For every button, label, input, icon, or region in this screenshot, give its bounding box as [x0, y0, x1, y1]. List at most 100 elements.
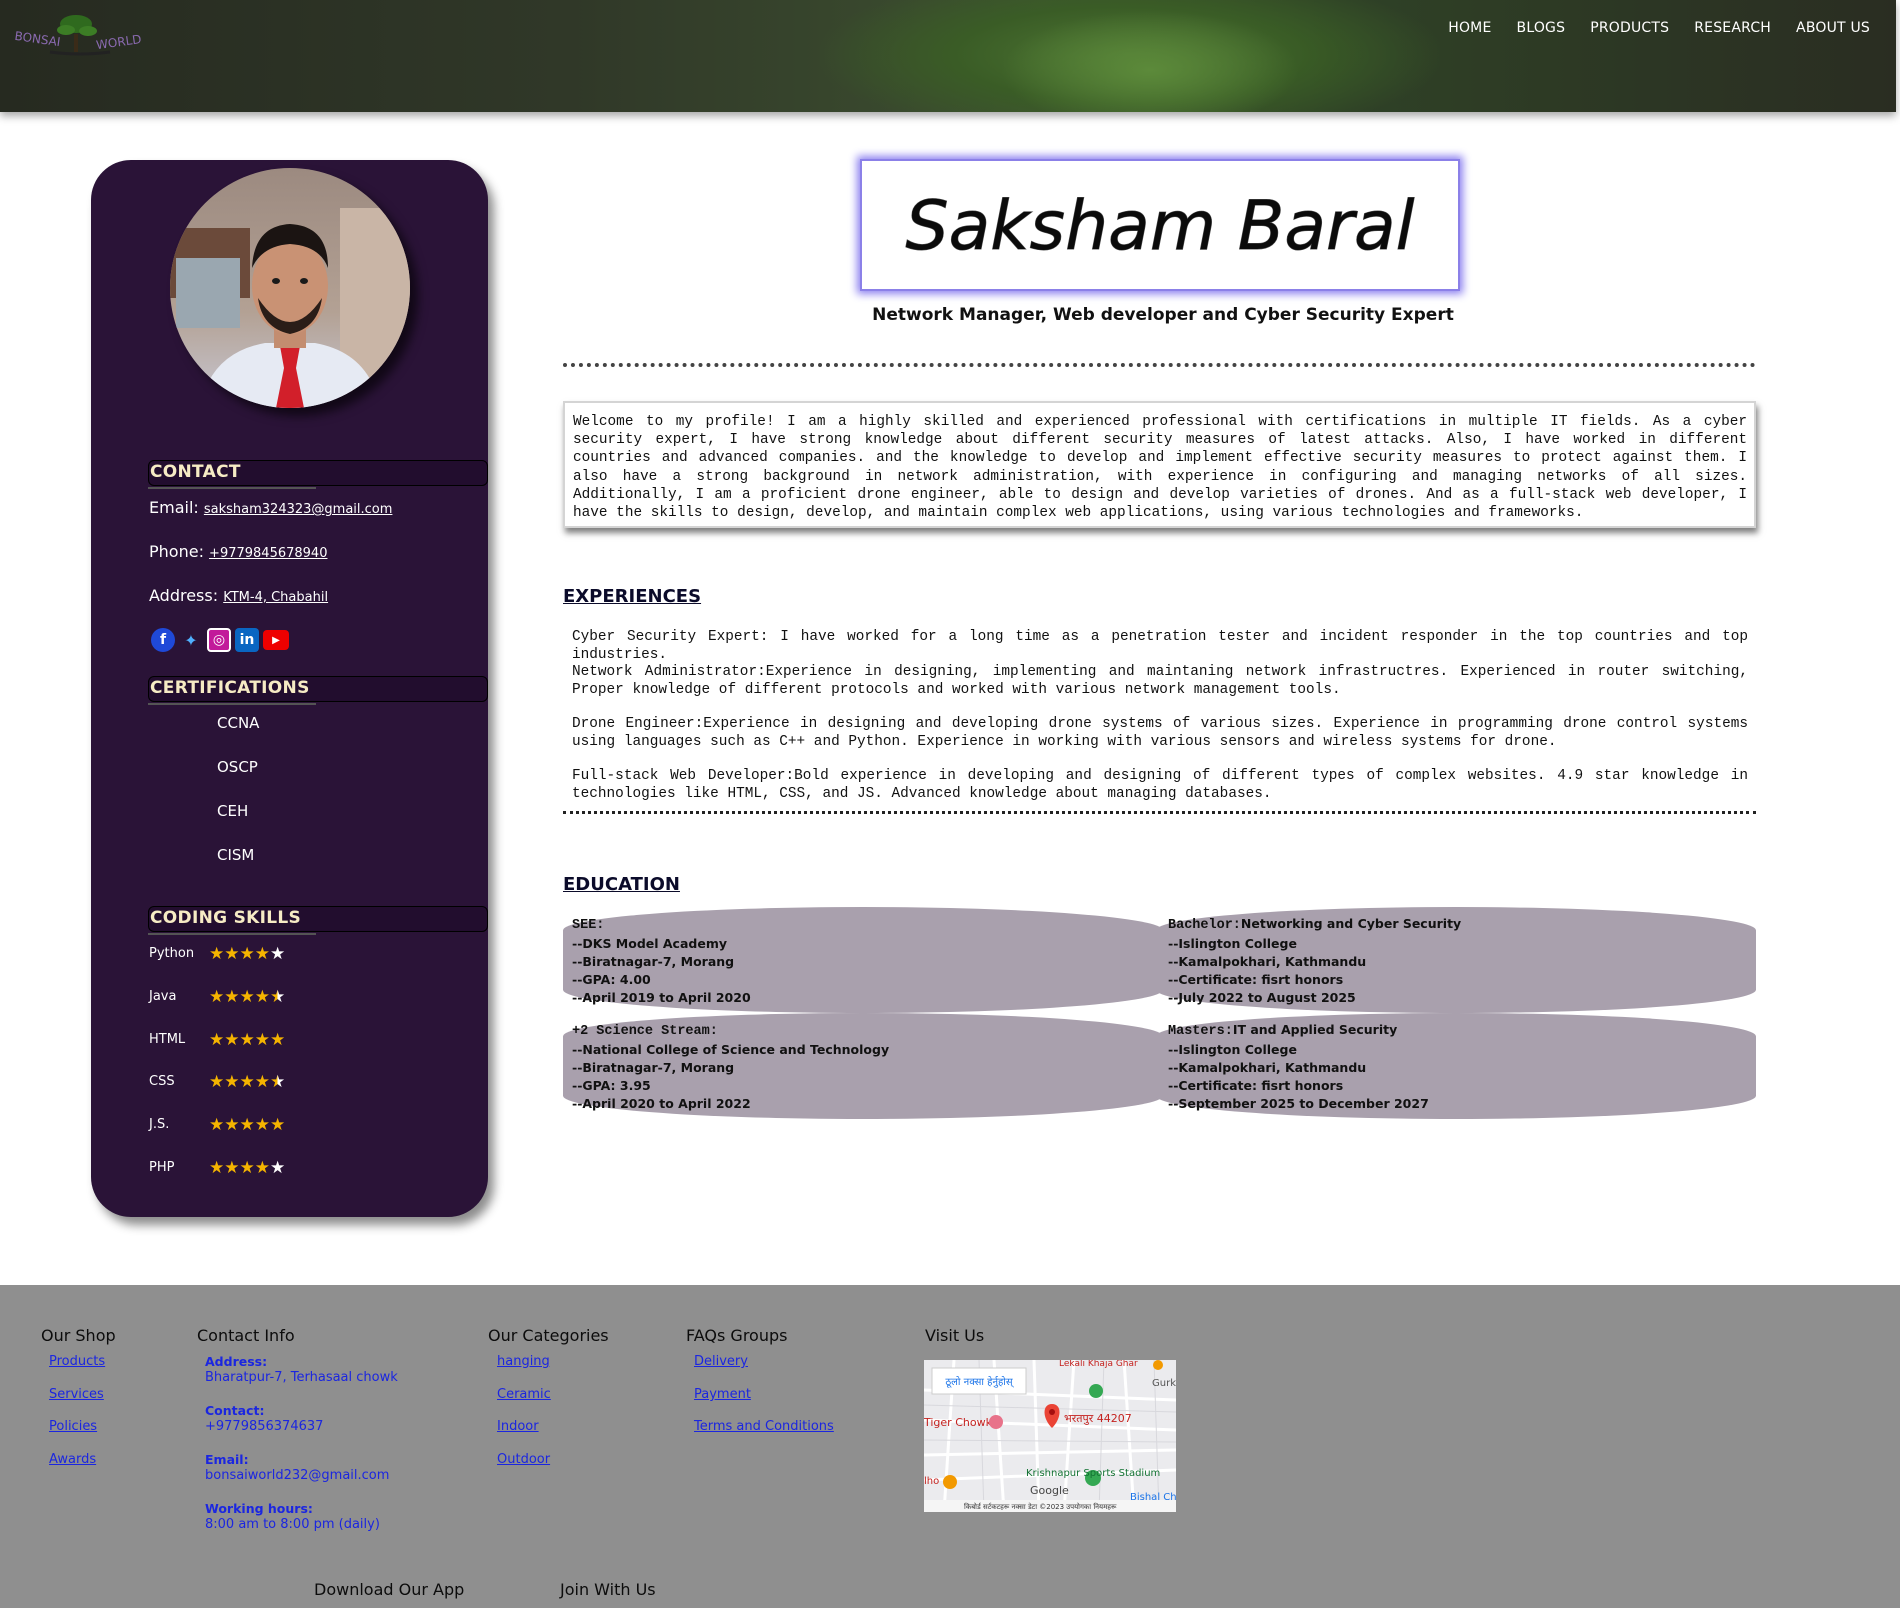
facebook-icon[interactable]: f	[151, 628, 175, 652]
star-rating: ★★★★★	[209, 945, 285, 962]
star-icon: ★	[254, 944, 270, 963]
skill-name: Java	[149, 988, 177, 1004]
phone-link[interactable]: +9779845678940	[209, 546, 327, 561]
footer-link-terms[interactable]: Terms and Conditions	[694, 1419, 834, 1434]
star-icon: ★	[239, 1158, 255, 1177]
star-icon: ★	[209, 1115, 225, 1135]
experience-item: Full-stack Web Developer:Bold experience…	[572, 768, 1748, 802]
profile-avatar	[170, 168, 410, 408]
linkedin-icon[interactable]: in	[235, 628, 259, 652]
skill-row: CSS ★★★★★	[149, 1073, 285, 1090]
footer-link-hanging[interactable]: hanging	[497, 1354, 550, 1369]
nav-home[interactable]: HOME	[1448, 20, 1491, 36]
skill-name: CSS	[149, 1074, 175, 1090]
nav-blogs[interactable]: BLOGS	[1517, 20, 1566, 36]
star-icon: ★	[224, 1072, 240, 1092]
star-icon: ★	[270, 1029, 286, 1049]
footer-link-outdoor[interactable]: Outdoor	[497, 1452, 550, 1467]
nav-products[interactable]: PRODUCTS	[1590, 20, 1669, 36]
skill-row: Python ★★★★★	[149, 945, 285, 962]
instagram-icon[interactable]: ◎	[207, 628, 231, 652]
profile-name: Saksham Baral	[905, 187, 1414, 266]
youtube-icon[interactable]: ▶	[263, 630, 289, 650]
header-background-foliage	[1000, 10, 1300, 112]
skill-name: HTML	[149, 1031, 186, 1047]
coding-skills-title: CODING SKILLS	[150, 908, 302, 928]
skill-name: J.S.	[149, 1117, 170, 1133]
education-bachelor: Bachelor:Networking and Cyber Security -…	[1168, 916, 1462, 1005]
star-icon: ★	[254, 1115, 270, 1135]
star-icon: ★	[239, 1072, 255, 1092]
footer-link-payment[interactable]: Payment	[694, 1387, 751, 1402]
twitter-icon[interactable]: ✦	[179, 628, 203, 652]
footer-link-products[interactable]: Products	[49, 1354, 105, 1369]
email-link[interactable]: saksham324323@gmail.com	[204, 502, 393, 517]
star-icon: ★	[224, 1115, 240, 1135]
contact-section-header: CONTACT	[148, 460, 488, 489]
star-icon: ★	[209, 1029, 225, 1049]
star-icon: ★	[270, 1115, 286, 1135]
star-icon: ★	[239, 986, 255, 1006]
footer-faqs-title: FAQs Groups	[686, 1326, 788, 1345]
skill-row: Java ★★★★★	[149, 988, 285, 1005]
footer-link-policies[interactable]: Policies	[49, 1419, 97, 1434]
svg-text:Lekali Khaja Ghar: Lekali Khaja Ghar	[1059, 1360, 1138, 1369]
star-rating: ★★★★★	[209, 1073, 285, 1090]
footer-link-awards[interactable]: Awards	[49, 1452, 96, 1467]
star-icon: ★	[209, 1072, 225, 1092]
star-icon: ★	[239, 1029, 255, 1049]
star-icon: ★	[209, 1158, 225, 1177]
map-larger-map-button[interactable]: ठूलो नक्सा हेर्नुहोस्	[945, 1376, 1014, 1388]
footer-link-delivery[interactable]: Delivery	[694, 1354, 748, 1369]
star-icon: ★	[254, 986, 270, 1006]
footer-link-services[interactable]: Services	[49, 1387, 104, 1402]
profile-tagline: Network Manager, Web developer and Cyber…	[872, 305, 1454, 325]
skill-row: HTML ★★★★★	[149, 1031, 285, 1048]
footer-link-ceramic[interactable]: Ceramic	[497, 1387, 551, 1402]
svg-text:भरतपुर 44207: भरतपुर 44207	[1064, 1412, 1132, 1425]
skill-row: J.S. ★★★★★	[149, 1116, 285, 1133]
footer-contact-label: Contact:	[205, 1403, 265, 1418]
star-icon: ★	[239, 944, 255, 963]
education-heading: EDUCATION	[563, 874, 680, 895]
divider	[563, 363, 1756, 367]
footer-email[interactable]: bonsaiworld232@gmail.com	[205, 1468, 389, 1483]
social-links: f ✦ ◎ in ▶	[151, 628, 289, 652]
profile-sidebar: CONTACT Email: saksham324323@gmail.com P…	[91, 160, 488, 1217]
education-plus2: +2 Science Stream: --National College of…	[572, 1024, 890, 1111]
site-header: BONSAI WORLD HOME BLOGS PRODUCTS RESEARC…	[0, 0, 1896, 112]
svg-text:WORLD: WORLD	[95, 32, 142, 52]
svg-text:Krishnapur Sports Stadium: Krishnapur Sports Stadium	[1026, 1468, 1160, 1479]
contact-address: Address: KTM-4, Chabahil	[149, 586, 329, 605]
bonsai-world-logo[interactable]: BONSAI WORLD	[10, 12, 150, 58]
cert-item: CISM	[217, 846, 255, 864]
main-nav: HOME BLOGS PRODUCTS RESEARCH ABOUT US	[1448, 20, 1870, 36]
star-icon: ★	[224, 944, 240, 963]
star-icon: ★	[209, 986, 225, 1006]
footer-link-indoor[interactable]: Indoor	[497, 1419, 539, 1434]
star-icon: ★	[224, 1029, 240, 1049]
svg-text:Gurk Educa: Gurk Educa	[1152, 1378, 1176, 1389]
location-map[interactable]: ठूलो नक्सा हेर्नुहोस् Lekali Khaja Ghar …	[924, 1360, 1176, 1512]
cert-item: CEH	[217, 802, 249, 820]
nav-about-us[interactable]: ABOUT US	[1796, 20, 1870, 36]
skill-name: Python	[149, 946, 195, 961]
star-icon: ★	[224, 1158, 240, 1177]
star-icon: ★	[239, 1115, 255, 1135]
education-masters: Masters:IT and Applied Security --Isling…	[1168, 1022, 1429, 1111]
certifications-section-header: CERTIFICATIONS	[148, 676, 488, 705]
star-icon: ★	[209, 944, 225, 963]
star-icon: ★	[254, 1158, 270, 1177]
experiences-heading: EXPERIENCES	[563, 586, 702, 607]
footer-contact[interactable]: +9779856374637	[205, 1419, 323, 1434]
star-icon: ★	[224, 986, 240, 1006]
star-rating: ★★★★★	[209, 1159, 285, 1176]
address-link[interactable]: KTM-4, Chabahil	[223, 590, 328, 605]
svg-text:lho: lho	[924, 1476, 939, 1487]
star-icon: ★	[270, 1158, 286, 1177]
star-icon: ★	[270, 1072, 286, 1092]
nav-research[interactable]: RESEARCH	[1694, 20, 1771, 36]
star-icon: ★	[270, 944, 286, 963]
download-app-title: Download Our App	[314, 1580, 465, 1599]
footer-shop-title: Our Shop	[41, 1326, 116, 1345]
